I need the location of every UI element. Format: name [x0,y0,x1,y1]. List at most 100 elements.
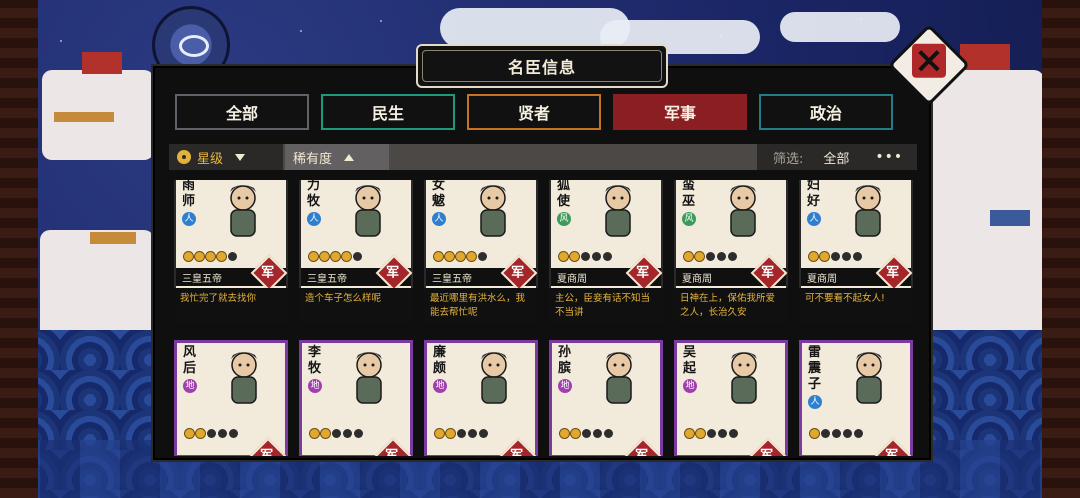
more-options-icon[interactable]: ••• [875,149,903,165]
star-pip-icon [593,429,602,438]
tab-all[interactable]: 全部 [175,94,309,130]
star-pip-icon [207,429,216,438]
star-pip-icon [434,252,443,261]
star-pip-icon [206,252,215,261]
minister-name: 女魃 [432,180,446,209]
element-badge-icon: 人 [307,212,321,226]
sort-rarity-label: 稀有度 [293,151,333,167]
era-label: 三皇五帝 [182,274,222,285]
star-pip-icon [229,429,238,438]
element-badge-icon: 人 [182,212,196,226]
star-pip-icon [195,252,204,261]
star-pip-icon [570,252,579,261]
minister-name: 吴起 [683,345,697,376]
era-label: 三皇五帝 [432,274,472,285]
star-pip-icon [479,429,488,438]
military-category-icon: 军 [499,437,537,456]
military-category-icon: 军 [749,437,787,456]
star-pip-icon [456,252,465,261]
star-pip-icon [581,252,590,261]
star-pip-icon [446,429,455,438]
filter-bar: 星级 稀有度 筛选: 全部 ••• [169,144,917,170]
category-tabs: 全部 民生 贤者 军事 政治 [175,94,893,130]
star-rating [184,252,237,261]
minister-card[interactable]: 力牧人 三皇五帝 军造个车子怎么样呢 [299,180,413,324]
filter-label: 筛选: [773,151,804,167]
minister-card[interactable]: 雷震子人 军 [799,340,913,456]
minister-card[interactable]: 蛮巫风 夏商周 军日神在上，保佑我所爱之人，长治久安 [674,180,788,324]
star-pip-icon [854,429,863,438]
minister-card[interactable]: 妇好人 夏商周 军可不要看不起女人! [799,180,913,324]
star-pip-icon [832,429,841,438]
sort-by-star-button[interactable]: 星级 [169,144,283,170]
element-badge-icon: 人 [808,395,822,409]
military-category-glyph: 军 [635,448,649,456]
star-rating [309,252,362,261]
era-label: 三皇五帝 [307,274,347,285]
star-rating [434,252,487,261]
star-pip-icon [685,429,694,438]
military-category-icon: 军 [249,437,287,456]
minister-quote: 可不要看不起女人! [799,288,913,324]
star-pip-icon [309,252,318,261]
minister-name: 雨师 [182,180,196,209]
star-pip-icon [560,429,569,438]
tab-sage[interactable]: 贤者 [467,94,601,130]
tab-livelihood[interactable]: 民生 [321,94,455,130]
era-label: 夏商周 [682,274,712,285]
star-pip-icon [809,252,818,261]
element-badge-icon: 地 [558,379,572,393]
minister-card[interactable]: 廉颇地 军 [424,340,538,456]
tab-politics[interactable]: 政治 [759,94,893,130]
minister-portrait [606,352,632,404]
star-pip-icon [684,252,693,261]
star-pip-icon [706,252,715,261]
minister-portrait [230,185,256,237]
minister-card[interactable]: 吴起地 军 [674,340,788,456]
minister-card[interactable]: 风后地 军 [174,340,288,456]
star-rating [684,252,737,261]
star-pip-icon [728,252,737,261]
minister-card[interactable]: 孙膑地 军 [549,340,663,456]
element-badge-icon: 风 [557,212,571,226]
star-pip-icon [717,252,726,261]
sort-asc-icon [344,153,355,161]
star-pip-icon [457,429,466,438]
minister-portrait [481,352,507,404]
tab-military[interactable]: 军事 [613,94,747,130]
star-pip-icon [435,429,444,438]
star-pip-icon [582,429,591,438]
minister-card[interactable]: 女魃人 三皇五帝 军最近哪里有洪水么，我能去帮忙呢 [424,180,538,324]
minister-card[interactable]: 雨师人 三皇五帝 军我忙完了就去找你 [174,180,288,324]
minister-portrait [731,352,757,404]
star-flower-icon [177,150,191,164]
star-rating [685,429,738,438]
minister-info-dialog: 全部 民生 贤者 军事 政治 星级 稀有度 筛选: 全部 ••• 雨师人 三皇五… [153,66,931,460]
building-roof [990,210,1030,226]
building-roof [54,112,114,122]
military-category-icon: 军 [374,437,412,456]
frame-border-right [1042,0,1080,498]
star-pip-icon [821,429,830,438]
minister-quote: 主公，臣妾有话不知当不当讲 [549,288,663,324]
star-pip-icon [218,429,227,438]
star-rating [560,429,613,438]
military-category-glyph: 军 [636,265,650,281]
minister-card[interactable]: 狐使风 夏商周 军主公，臣妾有话不知当不当讲 [549,180,663,324]
minister-card-grid: 雨师人 三皇五帝军我忙完了就去找你 力牧人 三皇五帝军造个车子怎么样呢 女魃人 三皇… [174,180,914,456]
minister-portrait [856,352,882,404]
star-pip-icon [592,252,601,261]
star-pip-icon [810,429,819,438]
minister-card[interactable]: 李牧地 军 [299,340,413,456]
star-pip-icon [354,429,363,438]
military-category-glyph: 军 [260,448,274,456]
minister-quote: 造个车子怎么样呢 [299,288,413,324]
filter-dropdown[interactable]: 筛选: 全部 ••• [757,144,917,170]
minister-portrait [231,352,257,404]
sort-by-rarity-button[interactable]: 稀有度 [285,144,389,170]
star-pip-icon [478,252,487,261]
military-category-glyph: 军 [385,448,399,456]
military-category-glyph: 军 [510,448,524,456]
minister-quote: 日神在上，保佑我所爱之人，长治久安 [674,288,788,324]
military-category-icon: 军 [624,437,662,456]
